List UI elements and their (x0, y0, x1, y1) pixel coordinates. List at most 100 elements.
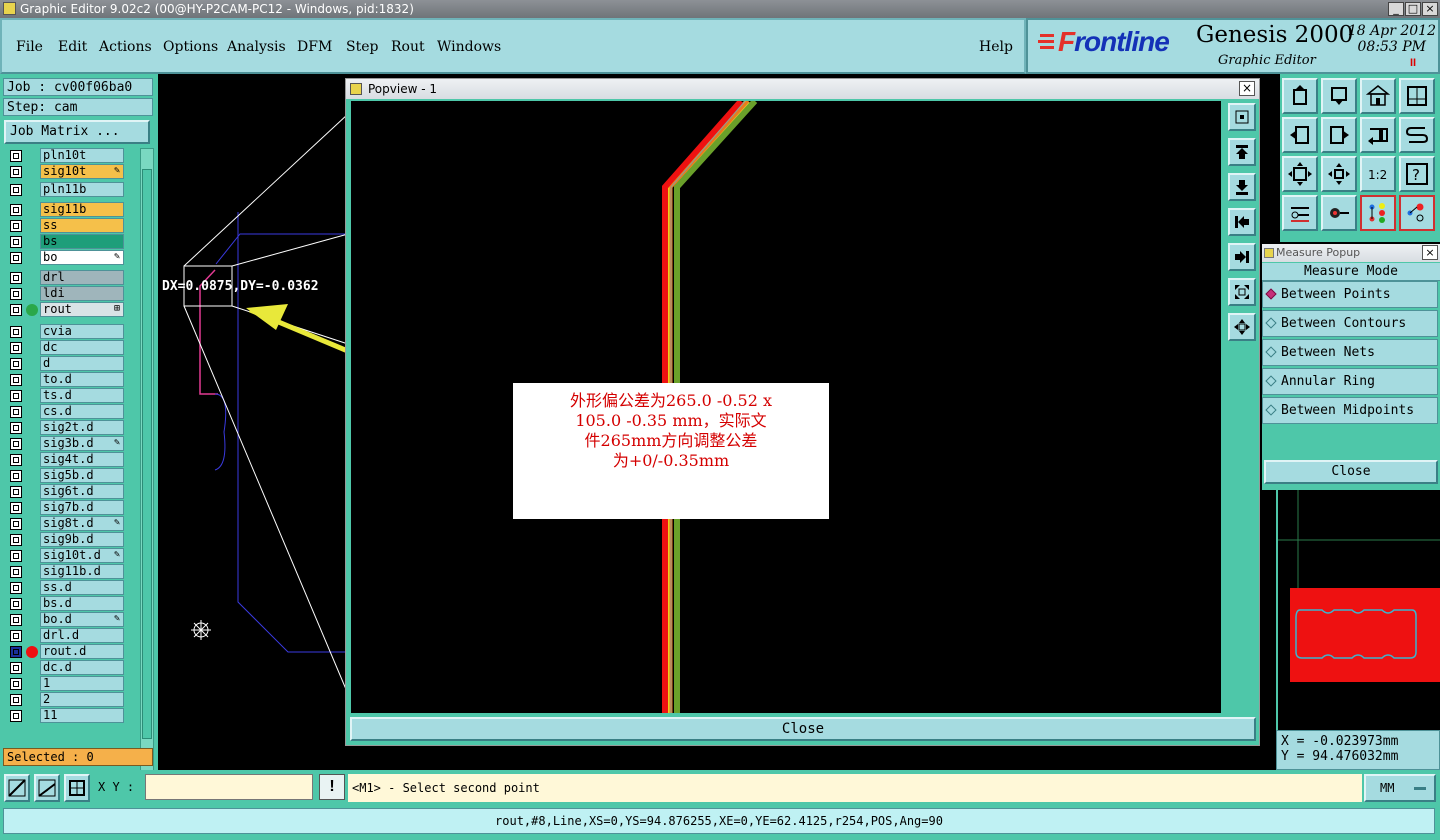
menu-dfm[interactable]: DFM (297, 39, 332, 55)
menu-file[interactable]: File (16, 39, 43, 55)
layer-name[interactable]: 11 (40, 708, 124, 723)
layer-name[interactable]: dc (40, 340, 124, 355)
measure-close-button[interactable]: Close (1264, 460, 1438, 484)
layer-name[interactable]: sig2t.d (40, 420, 124, 435)
layer-name[interactable]: drl.d (40, 628, 124, 643)
zoom-center-icon[interactable] (1321, 156, 1357, 192)
route-s-icon[interactable] (1399, 117, 1435, 153)
menu-options[interactable]: Options (163, 39, 218, 55)
grid-snap-icon[interactable] (64, 774, 90, 802)
layer-row-cs-d[interactable]: cs.d (4, 404, 138, 420)
layer-checkbox[interactable] (10, 220, 22, 232)
layer-row-ldi[interactable]: ldi (4, 286, 138, 302)
layer-checkbox[interactable] (10, 166, 22, 178)
layer-checkbox[interactable] (10, 252, 22, 264)
xy-input[interactable] (145, 774, 313, 800)
layer-name[interactable]: sig11b.d (40, 564, 124, 579)
layer-row-drl[interactable]: drl (4, 270, 138, 286)
overview-map[interactable] (1276, 490, 1440, 730)
layer-row-rout[interactable]: rout ⊞ (4, 302, 138, 318)
layer-checkbox[interactable] (10, 272, 22, 284)
job-matrix-button[interactable]: Job Matrix ... (4, 120, 150, 144)
layer-row-pln10t[interactable]: pln10t (4, 148, 138, 164)
layer-name[interactable]: cs.d (40, 404, 124, 419)
house-icon[interactable] (1360, 78, 1396, 114)
layer-checkbox[interactable] (10, 534, 22, 546)
layer-row-sig10t-d[interactable]: sig10t.d ✎ (4, 548, 138, 564)
layer-checkbox[interactable] (10, 598, 22, 610)
layer-checkbox[interactable] (10, 304, 22, 316)
layer-list-scrollbar[interactable] (140, 148, 154, 818)
layer-checkbox[interactable] (10, 390, 22, 402)
layer-checkbox[interactable] (10, 678, 22, 690)
mode-annular-ring[interactable]: Annular Ring (1262, 368, 1438, 395)
layer-row-11[interactable]: 11 (4, 708, 138, 724)
layer-name[interactable]: pln11b (40, 182, 124, 197)
layer-row-bs[interactable]: bs (4, 234, 138, 250)
layer-name[interactable]: 2 (40, 692, 124, 707)
layer-checkbox[interactable] (10, 358, 22, 370)
layer-row-dc[interactable]: dc (4, 340, 138, 356)
layer-row-ts-d[interactable]: ts.d (4, 388, 138, 404)
layer-name[interactable]: sig9b.d (40, 532, 124, 547)
menu-rout[interactable]: Rout (391, 39, 425, 55)
layer-checkbox[interactable] (10, 342, 22, 354)
layer-name[interactable]: sig7b.d (40, 500, 124, 515)
window-layout-icon[interactable] (1399, 78, 1435, 114)
layer-name[interactable]: bs (40, 234, 124, 249)
probe-icon[interactable] (1321, 195, 1357, 231)
layer-name[interactable]: drl (40, 270, 124, 285)
popview-canvas[interactable]: 外形偏公差为265.0 -0.52 x 105.0 -0.35 mm，实际文 件… (351, 101, 1221, 713)
pan-right-button[interactable] (1228, 243, 1256, 271)
menu-help[interactable]: Help (979, 39, 1013, 55)
layer-row-ss-d[interactable]: ss.d (4, 580, 138, 596)
layer-name[interactable]: cvia (40, 324, 124, 339)
layer-name[interactable]: sig3b.d (40, 436, 124, 451)
layer-checkbox[interactable] (10, 694, 22, 706)
netlist-icon[interactable] (1360, 195, 1396, 231)
layer-name[interactable]: sig10t.d (40, 548, 124, 563)
home-up-icon[interactable] (1282, 78, 1318, 114)
minimize-button[interactable]: _ (1388, 2, 1404, 16)
help-icon[interactable]: ? (1399, 156, 1435, 192)
layer-checkbox[interactable] (10, 662, 22, 674)
measure-angle-icon[interactable] (34, 774, 60, 802)
layer-checkbox[interactable] (10, 150, 22, 162)
layer-checkbox[interactable] (10, 438, 22, 450)
pan-left-button[interactable] (1228, 208, 1256, 236)
mode-between-midpoints[interactable]: Between Midpoints (1262, 397, 1438, 424)
mode-between-contours[interactable]: Between Contours (1262, 310, 1438, 337)
layer-row-pln11b[interactable]: pln11b (4, 182, 138, 198)
fit-screen-icon[interactable] (1282, 156, 1318, 192)
units-selector[interactable]: MM (1364, 774, 1436, 802)
layer-checkbox[interactable] (10, 502, 22, 514)
close-window-button[interactable]: × (1422, 2, 1438, 16)
pan-up-button[interactable] (1228, 138, 1256, 166)
layer-checkbox[interactable] (10, 518, 22, 530)
popview-close-button[interactable]: Close (350, 717, 1256, 741)
scrollbar-thumb[interactable] (142, 169, 152, 739)
measure-close-x-button[interactable]: × (1422, 245, 1438, 260)
layer-name[interactable]: 1 (40, 676, 124, 691)
layer-name[interactable]: sig8t.d (40, 516, 124, 531)
layer-name[interactable]: dc.d (40, 660, 124, 675)
layer-row-2[interactable]: 2 (4, 692, 138, 708)
layer-row-sig9b-d[interactable]: sig9b.d (4, 532, 138, 548)
layer-checkbox[interactable] (10, 288, 22, 300)
tools-icon[interactable] (1282, 195, 1318, 231)
pan-down-button[interactable] (1228, 173, 1256, 201)
zoom-in-button[interactable] (1228, 313, 1256, 341)
netlist-compare-icon[interactable] (1399, 195, 1435, 231)
layer-row-d[interactable]: d (4, 356, 138, 372)
layer-row-sig2t-d[interactable]: sig2t.d (4, 420, 138, 436)
layer-row-sig11b[interactable]: sig11b (4, 202, 138, 218)
zoom-out-button[interactable] (1228, 278, 1256, 306)
move-left-icon[interactable] (1282, 117, 1318, 153)
layer-row-dc-d[interactable]: dc.d (4, 660, 138, 676)
layer-checkbox[interactable] (10, 566, 22, 578)
layer-checkbox[interactable] (10, 326, 22, 338)
layer-checkbox[interactable] (10, 710, 22, 722)
menu-actions[interactable]: Actions (99, 39, 152, 55)
layer-checkbox[interactable] (10, 550, 22, 562)
layer-row-bo[interactable]: bo ✎ (4, 250, 138, 266)
